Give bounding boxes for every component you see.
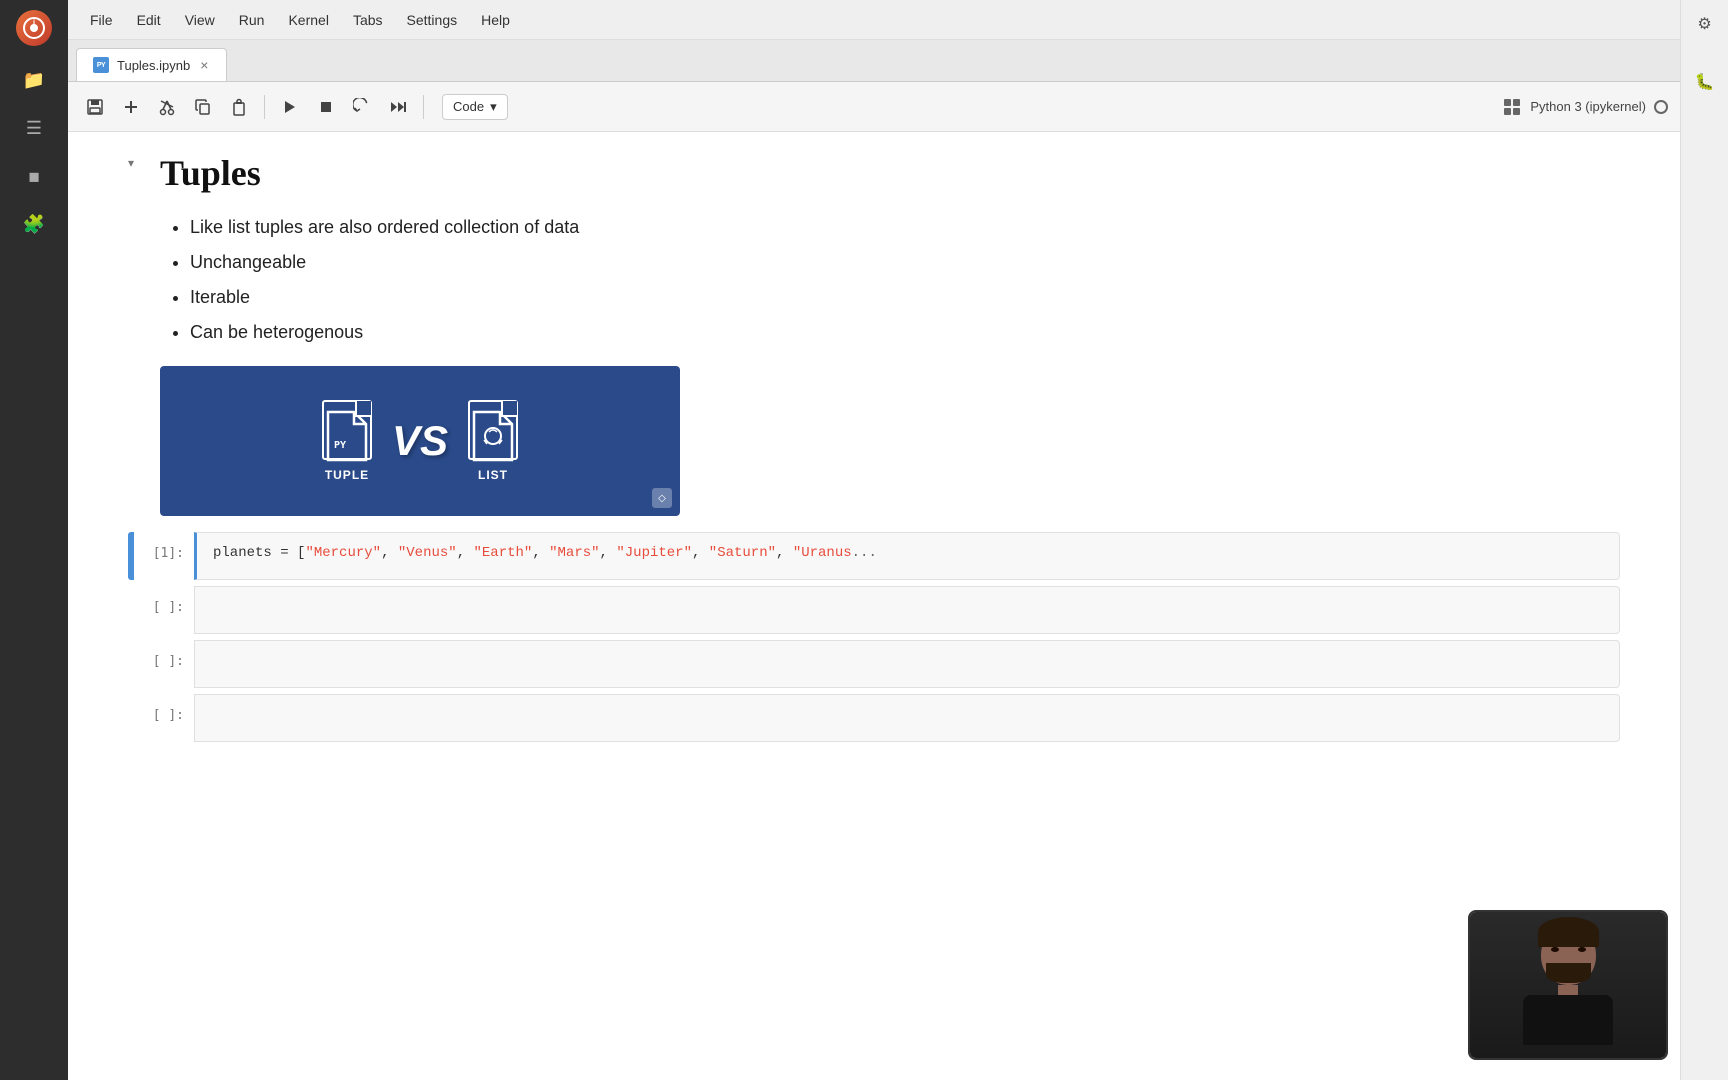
menu-edit[interactable]: Edit [127, 8, 171, 32]
tuple-side: PY TUPLE [322, 400, 372, 482]
add-cell-button[interactable] [116, 92, 146, 122]
notebook-title: Tuples [160, 152, 1620, 194]
cell-type-dropdown[interactable]: Code ▾ [442, 94, 508, 120]
right-sidebar: ⚙ 🐛 [1680, 0, 1728, 1080]
markdown-content: Tuples Like list tuples are also ordered… [160, 152, 1620, 516]
tuple-file-icon: PY [322, 400, 372, 460]
toolbar-separator-2 [423, 95, 424, 119]
code-input-3[interactable] [194, 640, 1620, 688]
bullet-item-3: Iterable [190, 284, 1620, 311]
copy-button[interactable] [188, 92, 218, 122]
settings-icon[interactable]: ⚙ [1691, 10, 1719, 38]
dropdown-arrow-icon: ▾ [490, 99, 497, 115]
webcam-person [1470, 912, 1666, 1058]
tuple-vs-list-image: PY TUPLE VS [160, 366, 680, 516]
cut-button[interactable] [152, 92, 182, 122]
menu-run[interactable]: Run [229, 8, 275, 32]
menu-help[interactable]: Help [471, 8, 520, 32]
menu-kernel[interactable]: Kernel [278, 8, 338, 32]
webcam-overlay [1468, 910, 1668, 1060]
tuple-label: TUPLE [325, 468, 369, 482]
bullet-list: Like list tuples are also ordered collec… [160, 214, 1620, 346]
left-sidebar: 📁 ☰ ◼ 🧩 [0, 0, 68, 1080]
bullet-item-4: Can be heterogenous [190, 319, 1620, 346]
tab-close-button[interactable]: × [198, 57, 210, 73]
sidebar-stop-icon[interactable]: ◼ [20, 162, 48, 190]
collapse-arrow-icon[interactable]: ▾ [128, 156, 134, 170]
debug-icon[interactable]: 🐛 [1691, 68, 1719, 96]
menu-tabs[interactable]: Tabs [343, 8, 393, 32]
cell-label-4: [ ]: [134, 694, 194, 742]
code-cell-3: [ ]: [128, 640, 1620, 688]
run-button[interactable] [275, 92, 305, 122]
menu-view[interactable]: View [175, 8, 225, 32]
markdown-cell: ▾ Tuples Like list tuples are also order… [128, 152, 1620, 516]
cell-label-1: [1]: [134, 532, 194, 580]
code-var-planets: planets [213, 545, 272, 561]
list-label: LIST [478, 468, 508, 482]
sidebar-folder-icon[interactable]: 📁 [20, 66, 48, 94]
tab-title: Tuples.ipynb [117, 58, 190, 73]
code-cell-1: [1]: planets = ["Mercury", "Venus", "Ear… [128, 532, 1620, 580]
cell-collapse-indicator: ▾ [128, 152, 148, 516]
menu-settings[interactable]: Settings [397, 8, 468, 32]
list-file-icon [468, 400, 518, 460]
vs-text: VS [392, 417, 448, 465]
paste-button[interactable] [224, 92, 254, 122]
toolbar-separator-1 [264, 95, 265, 119]
extensions-icon [1502, 97, 1522, 117]
code-input-1[interactable]: planets = ["Mercury", "Venus", "Earth", … [194, 532, 1620, 580]
app-logo [16, 10, 52, 46]
cell-type-label: Code [453, 99, 484, 114]
kernel-status-indicator [1654, 100, 1668, 114]
tab-bar: PY Tuples.ipynb × [68, 40, 1680, 82]
notebook-content: ▾ Tuples Like list tuples are also order… [68, 132, 1680, 1080]
image-badge: ◇ [652, 488, 672, 508]
notebook-tab[interactable]: PY Tuples.ipynb × [76, 48, 227, 81]
bullet-item-1: Like list tuples are also ordered collec… [190, 214, 1620, 241]
sidebar-menu-icon[interactable]: ☰ [20, 114, 48, 142]
cell-label-2: [ ]: [134, 586, 194, 634]
code-input-2[interactable] [194, 586, 1620, 634]
toolbar: Code ▾ Python 3 (ipykernel) [68, 82, 1680, 132]
fast-forward-button[interactable] [383, 92, 413, 122]
stop-button[interactable] [311, 92, 341, 122]
kernel-info: Python 3 (ipykernel) [1502, 97, 1668, 117]
main-area: File Edit View Run Kernel Tabs Settings … [68, 0, 1680, 1080]
list-side: LIST [468, 400, 518, 482]
code-cell-4: [ ]: [128, 694, 1620, 742]
tab-favicon: PY [93, 57, 109, 73]
save-button[interactable] [80, 92, 110, 122]
kernel-name-label: Python 3 (ipykernel) [1530, 99, 1646, 114]
restart-button[interactable] [347, 92, 377, 122]
cell-label-3: [ ]: [134, 640, 194, 688]
menu-bar: File Edit View Run Kernel Tabs Settings … [68, 0, 1680, 40]
code-input-4[interactable] [194, 694, 1620, 742]
sidebar-extensions-icon[interactable]: 🧩 [20, 210, 48, 238]
bullet-item-2: Unchangeable [190, 249, 1620, 276]
menu-file[interactable]: File [80, 8, 123, 32]
code-cell-2: [ ]: [128, 586, 1620, 634]
svg-text:PY: PY [334, 440, 346, 451]
